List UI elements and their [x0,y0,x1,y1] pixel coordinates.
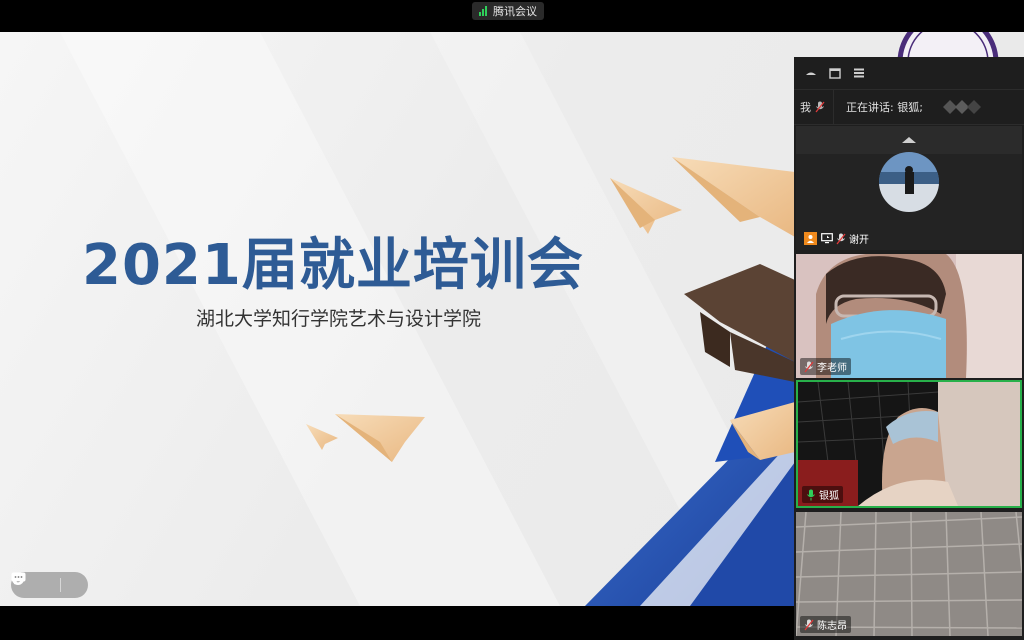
participant-name: 谢开 [849,235,869,246]
participant-label: 谢开 [800,230,873,247]
minimize-icon[interactable] [804,66,818,80]
participant-label: 银狐 [802,486,843,503]
me-label: 我 [800,101,811,114]
speaking-status-row: 我 正在讲话: 银狐; [794,90,1024,125]
mic-muted-icon [815,101,825,113]
participants-panel: 我 正在讲话: 银狐; 谢开 李老师 银狐 陈志昂 [794,57,1024,640]
meeting-top-bar: 腾讯会议 [0,0,1024,32]
participant-tile-xiekai[interactable]: 谢开 [796,126,1022,250]
speaking-indicator: 正在讲话: 银狐; [846,101,923,114]
participant-tile-yinhu[interactable]: 银狐 [796,380,1022,508]
meeting-app-chip[interactable]: 腾讯会议 [472,2,544,20]
mic-muted-icon [804,619,814,630]
window-icon[interactable] [828,66,842,80]
mic-active-icon [807,489,815,500]
participant-label: 陈志昂 [800,616,851,633]
participant-name: 李老师 [817,363,847,374]
list-layout-icon[interactable] [852,66,866,80]
slide-subtitle: 湖北大学知行学院艺术与设计学院 [196,308,482,330]
host-icon [804,232,817,245]
panel-toolbar [794,57,1024,90]
slide-title: 2021届就业培训会 [82,233,584,298]
reaction-toolbar [11,572,88,598]
participant-label: 李老师 [800,358,851,375]
signal-strength-icon [479,6,487,16]
participant-tile-li[interactable]: 李老师 [796,254,1022,378]
mic-muted-icon [804,361,814,372]
mic-muted-icon [836,233,846,244]
my-status[interactable]: 我 [794,90,834,124]
app-name: 腾讯会议 [493,5,537,18]
network-quality-icon [942,100,981,114]
chat-bubble-icon[interactable] [11,572,53,593]
screen-share-icon [820,232,833,245]
chevron-left-icon[interactable] [12,572,82,593]
participant-name: 陈志昂 [817,621,847,632]
toolbar-divider [59,578,61,592]
participant-tile-chen[interactable]: 陈志昂 [796,512,1022,636]
participant-name: 银狐 [819,491,839,502]
